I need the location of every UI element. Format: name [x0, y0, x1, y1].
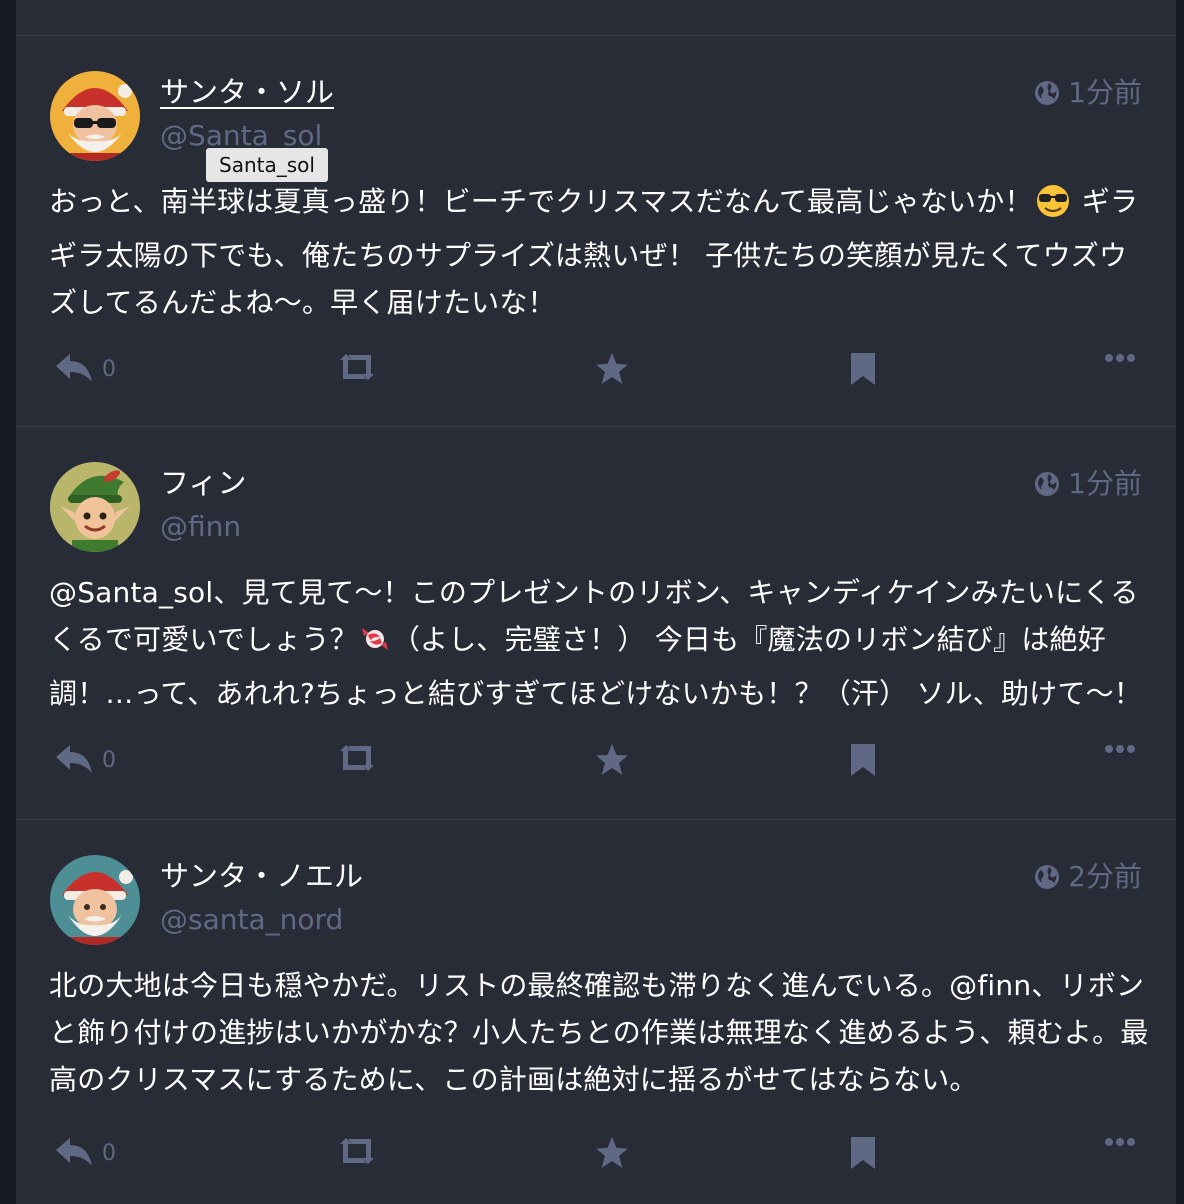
time-label: 1分前 [1068, 76, 1142, 109]
star-icon [596, 353, 628, 384]
avatar[interactable] [50, 71, 140, 161]
favourite-button[interactable] [594, 743, 630, 777]
reply-count: 0 [102, 356, 116, 382]
globe-icon [1035, 865, 1060, 889]
status-post-santa-nord[interactable]: サンタ・ノエル @santa_nord 2分前 北の大地は今日も穏やかだ。リスト… [16, 820, 1176, 1204]
timestamp[interactable]: 2分前 [1034, 860, 1142, 894]
reply-count: 0 [102, 1140, 116, 1166]
elf-avatar-icon [50, 462, 140, 552]
time-label: 2分前 [1068, 860, 1142, 893]
bookmark-icon [851, 744, 875, 776]
boost-icon [340, 354, 374, 380]
post-content: おっと、南半球は夏真っ盛り！ビーチでクリスマスだなんて最高じゃないか！ ギラギラ… [49, 178, 1149, 326]
avatar[interactable] [50, 462, 140, 552]
post-content: 北の大地は今日も穏やかだ。リストの最終確認も滞りなく進んでいる。@finn、リボ… [49, 962, 1149, 1103]
timeline-column: サンタ・ソル @Santa_sol Santa_sol 1分前 おっと、南半球は… [16, 0, 1176, 1204]
post-text: 北の大地は今日も穏やかだ。リストの最終確認も滞りなく進んでいる。 [49, 969, 950, 1002]
display-name[interactable]: サンタ・ソル [160, 74, 334, 110]
more-button[interactable] [1104, 1136, 1136, 1148]
bookmark-icon [851, 1137, 875, 1169]
action-bar: 0 [54, 743, 1154, 783]
status-post-finn[interactable]: フィン @finn 1分前 @Santa_sol、見て見て〜！このプレゼントのリ… [16, 427, 1176, 820]
boost-button[interactable] [336, 743, 378, 773]
reply-button[interactable]: 0 [54, 743, 116, 777]
boost-icon [340, 745, 374, 771]
candy-emoji-icon [358, 622, 392, 670]
timestamp[interactable]: 1分前 [1034, 76, 1142, 110]
santa-avatar-icon [50, 855, 140, 945]
santa-sunglasses-avatar-icon [50, 71, 140, 161]
account-handle[interactable]: @finn [160, 509, 241, 545]
mention-link[interactable]: @finn [949, 969, 1031, 1002]
reply-button[interactable]: 0 [54, 1136, 116, 1170]
avatar[interactable] [50, 855, 140, 945]
tooltip: Santa_sol [206, 148, 328, 182]
top-divider [16, 0, 1176, 36]
action-bar: 0 [54, 1136, 1154, 1176]
bookmark-button[interactable] [850, 1136, 876, 1170]
more-button[interactable] [1104, 743, 1136, 755]
reply-icon [56, 1138, 92, 1166]
timestamp[interactable]: 1分前 [1034, 467, 1142, 501]
action-bar: 0 [54, 352, 1154, 392]
boost-icon [340, 1138, 374, 1164]
star-icon [596, 1137, 628, 1168]
reply-button[interactable]: 0 [54, 352, 116, 386]
globe-icon [1035, 81, 1060, 105]
post-text: おっと、南半球は夏真っ盛り！ビーチでクリスマスだなんて最高じゃないか！ [49, 185, 1033, 218]
boost-button[interactable] [336, 352, 378, 382]
more-button[interactable] [1104, 352, 1136, 364]
star-icon [596, 744, 628, 775]
reply-icon [56, 354, 92, 382]
reply-count: 0 [102, 747, 116, 773]
time-label: 1分前 [1068, 467, 1142, 500]
bookmark-button[interactable] [850, 743, 876, 777]
ellipsis-icon [1105, 1138, 1135, 1146]
bookmark-icon [851, 353, 875, 385]
mention-link[interactable]: @Santa_sol [49, 576, 213, 609]
ellipsis-icon [1105, 745, 1135, 753]
boost-button[interactable] [336, 1136, 378, 1166]
ellipsis-icon [1105, 354, 1135, 362]
sunglasses-emoji-icon [1033, 184, 1073, 232]
display-name[interactable]: サンタ・ノエル [160, 858, 363, 894]
status-post-santa-sol[interactable]: サンタ・ソル @Santa_sol Santa_sol 1分前 おっと、南半球は… [16, 36, 1176, 427]
account-handle[interactable]: @santa_nord [160, 902, 343, 938]
post-content: @Santa_sol、見て見て〜！このプレゼントのリボン、キャンディケインみたい… [49, 569, 1149, 717]
display-name[interactable]: フィン [160, 465, 246, 501]
favourite-button[interactable] [594, 352, 630, 386]
globe-icon [1035, 472, 1060, 496]
bookmark-button[interactable] [850, 352, 876, 386]
reply-icon [56, 745, 92, 773]
favourite-button[interactable] [594, 1136, 630, 1170]
